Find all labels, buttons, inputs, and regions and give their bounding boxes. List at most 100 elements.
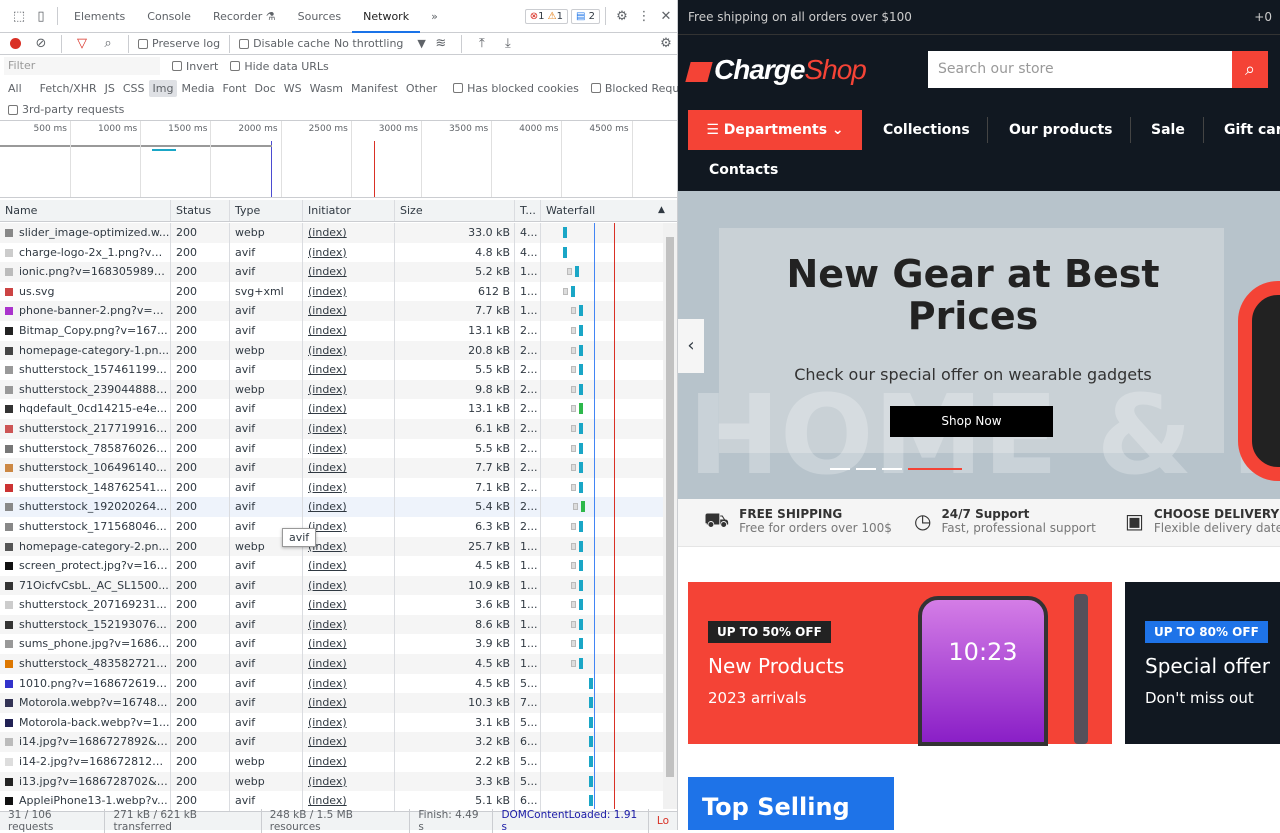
- request-name[interactable]: homepage-category-2.pn...: [0, 536, 171, 557]
- initiator-link[interactable]: (index): [308, 226, 347, 239]
- nav-gift-cards[interactable]: Gift car: [1224, 110, 1280, 150]
- request-name[interactable]: us.svg: [0, 281, 171, 302]
- initiator-link[interactable]: (index): [308, 755, 347, 768]
- tab-network[interactable]: Network: [352, 0, 421, 33]
- initiator-link[interactable]: (index): [308, 677, 347, 690]
- request-name[interactable]: shutterstock_192020264....: [0, 497, 171, 517]
- messages-badge[interactable]: ▤ 2: [570, 8, 600, 24]
- initiator-link[interactable]: (index): [308, 402, 347, 415]
- request-name[interactable]: 1010.png?v=1686726198...: [0, 673, 171, 694]
- more-tabs-icon[interactable]: »: [420, 0, 449, 33]
- phone-number[interactable]: +0: [1254, 10, 1272, 24]
- initiator-link[interactable]: (index): [308, 285, 347, 298]
- initiator-link[interactable]: (index): [308, 500, 347, 513]
- type-filter-fetchxhr[interactable]: Fetch/XHR: [36, 80, 101, 97]
- initiator-link[interactable]: (index): [308, 618, 347, 631]
- search-button[interactable]: ⌕: [1232, 51, 1268, 88]
- table-row[interactable]: 1010.png?v=1686726198... 200 avif (index) 4.…: [0, 673, 663, 694]
- table-row[interactable]: shutterstock_157461199... 200 avif (index) 5…: [0, 360, 663, 380]
- type-filter-css[interactable]: CSS: [119, 80, 149, 97]
- request-name[interactable]: homepage-category-1.pn...: [0, 340, 171, 361]
- type-filter-other[interactable]: Other: [402, 80, 441, 97]
- departments-button[interactable]: ☰ Departments ⌄: [688, 110, 862, 150]
- request-name[interactable]: shutterstock_239044888....: [0, 379, 171, 400]
- request-name[interactable]: shutterstock_483582721....: [0, 654, 171, 674]
- type-filter-font[interactable]: Font: [219, 80, 251, 97]
- request-name[interactable]: shutterstock_106496140...: [0, 458, 171, 478]
- initiator-link[interactable]: (index): [308, 696, 347, 709]
- timeline-overview[interactable]: 500 ms 1000 ms 1500 ms 2000 ms 2500 ms 3000 m…: [0, 121, 677, 198]
- request-name[interactable]: shutterstock_785876026....: [0, 438, 171, 459]
- initiator-link[interactable]: (index): [308, 246, 347, 259]
- nav-sale[interactable]: Sale: [1151, 110, 1185, 150]
- third-party-checkbox[interactable]: 3rd-party requests: [8, 103, 124, 116]
- request-name[interactable]: Motorola.webp?v=16748...: [0, 693, 171, 713]
- column-header-size[interactable]: Size: [395, 200, 515, 221]
- request-name[interactable]: 71OicfvCsbL._AC_SL1500...: [0, 575, 171, 596]
- table-row[interactable]: i13.jpg?v=1686728702&w... 200 webp (index) 3…: [0, 771, 663, 792]
- request-name[interactable]: shutterstock_148762541....: [0, 477, 171, 498]
- type-filter-img[interactable]: Img: [148, 79, 178, 97]
- table-row[interactable]: shutterstock_192020264.... 200 avif (index)…: [0, 497, 663, 517]
- sort-ascending-icon[interactable]: ▲: [658, 205, 665, 215]
- initiator-link[interactable]: (index): [308, 422, 347, 435]
- invert-checkbox[interactable]: Invert: [172, 60, 218, 73]
- request-name[interactable]: ionic.png?v=1683059895...: [0, 262, 171, 282]
- shop-now-button[interactable]: Shop Now: [890, 406, 1053, 437]
- column-header-initiator[interactable]: Initiator: [303, 200, 395, 221]
- initiator-link[interactable]: (index): [308, 461, 347, 474]
- initiator-link[interactable]: (index): [308, 637, 347, 650]
- table-row[interactable]: sums_phone.jpg?v=16862... 200 avif (index) 3…: [0, 634, 663, 655]
- request-name[interactable]: shutterstock_152193076...: [0, 614, 171, 635]
- logo[interactable]: ChargeShop: [685, 54, 867, 86]
- more-options-icon[interactable]: ⋮: [633, 5, 655, 27]
- slider-dots[interactable]: [830, 468, 962, 470]
- request-name[interactable]: hqdefault_0cd14215-e4e...: [0, 399, 171, 419]
- export-har-icon[interactable]: ⤓: [497, 33, 519, 55]
- table-row[interactable]: slider_image-optimized.w... 200 webp (index…: [0, 223, 663, 243]
- request-name[interactable]: AppleiPhone13-1.webp?v...: [0, 791, 171, 811]
- network-conditions-icon[interactable]: ≋: [430, 33, 452, 55]
- column-header-name[interactable]: Name: [0, 200, 171, 221]
- table-row[interactable]: screen_protect.jpg?v=168... 200 avif (index…: [0, 556, 663, 576]
- request-name[interactable]: screen_protect.jpg?v=168...: [0, 556, 171, 576]
- initiator-link[interactable]: (index): [308, 265, 347, 278]
- initiator-link[interactable]: (index): [308, 442, 347, 455]
- import-har-icon[interactable]: ⤒: [471, 33, 493, 55]
- initiator-link[interactable]: (index): [308, 794, 347, 807]
- initiator-link[interactable]: (index): [308, 579, 347, 592]
- type-filter-media[interactable]: Media: [177, 80, 218, 97]
- table-row[interactable]: 71OicfvCsbL._AC_SL1500... 200 avif (index) 1…: [0, 575, 663, 596]
- type-filter-js[interactable]: JS: [101, 80, 119, 97]
- initiator-link[interactable]: (index): [308, 716, 347, 729]
- request-name[interactable]: shutterstock_171568046...: [0, 516, 171, 537]
- type-filter-wasm[interactable]: Wasm: [306, 80, 347, 97]
- table-row[interactable]: shutterstock_239044888.... 200 webp (index)…: [0, 379, 663, 400]
- inspect-element-icon[interactable]: ⬚: [8, 5, 30, 27]
- table-row[interactable]: shutterstock_106496140... 200 avif (index) 7…: [0, 458, 663, 478]
- table-row[interactable]: shutterstock_217719916.... 200 avif (index)…: [0, 418, 663, 439]
- request-name[interactable]: shutterstock_207169231...: [0, 595, 171, 615]
- filter-icon[interactable]: ▽: [71, 33, 93, 55]
- type-filter-ws[interactable]: WS: [280, 80, 306, 97]
- table-row[interactable]: phone-banner-2.png?v=1... 200 avif (index) 7…: [0, 301, 663, 321]
- table-row[interactable]: AppleiPhone13-1.webp?v... 200 avif (index) 5…: [0, 791, 663, 811]
- issues-badge[interactable]: ⊗1 ⚠1: [524, 8, 568, 24]
- filter-input[interactable]: Filter: [4, 57, 160, 75]
- table-row[interactable]: shutterstock_171568046... 200 avif (index) 6…: [0, 516, 663, 537]
- column-header-waterfall[interactable]: Waterfall: [541, 200, 663, 221]
- promo-new-products[interactable]: 10:23 UP TO 50% OFF New Products 2023 ar…: [688, 582, 1112, 746]
- record-icon[interactable]: [4, 33, 26, 55]
- network-settings-icon[interactable]: ⚙: [655, 33, 677, 55]
- close-icon[interactable]: ✕: [655, 5, 677, 27]
- request-name[interactable]: i13.jpg?v=1686728702&w...: [0, 771, 171, 792]
- initiator-link[interactable]: (index): [308, 304, 347, 317]
- request-name[interactable]: Motorola-back.webp?v=1...: [0, 712, 171, 733]
- initiator-link[interactable]: (index): [308, 657, 347, 670]
- table-row[interactable]: shutterstock_148762541.... 200 avif (index)…: [0, 477, 663, 498]
- tab-sources[interactable]: Sources: [287, 0, 353, 33]
- initiator-link[interactable]: (index): [308, 383, 347, 396]
- clear-icon[interactable]: ⊘: [30, 33, 52, 55]
- table-row[interactable]: charge-logo-2x_1.png?v=... 200 avif (index)…: [0, 242, 663, 263]
- request-name[interactable]: i14-2.jpg?v=1686728123&...: [0, 752, 171, 772]
